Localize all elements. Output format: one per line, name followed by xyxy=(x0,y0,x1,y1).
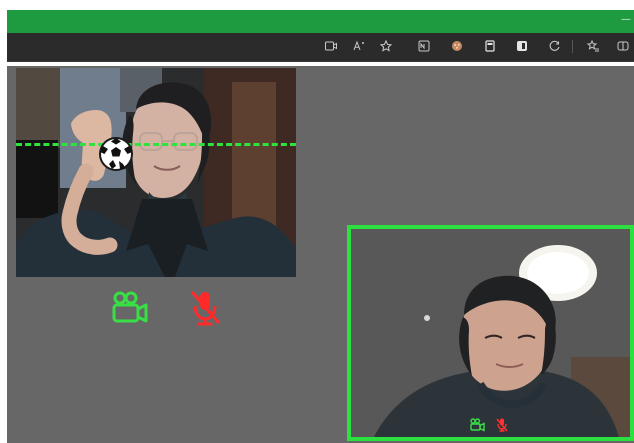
remote-microphone-muted-icon xyxy=(493,417,511,433)
camera-on-icon xyxy=(112,291,148,323)
remote-camera-on-icon xyxy=(469,417,487,433)
window-title-bar: — xyxy=(7,10,634,33)
soccer-ball-icon xyxy=(98,136,134,172)
toolbar-separator xyxy=(572,40,573,53)
extension-cookie-icon[interactable] xyxy=(450,39,464,53)
read-aloud-icon[interactable] xyxy=(352,39,366,53)
camera-toggle-button[interactable] xyxy=(110,289,154,327)
split-screen-icon[interactable] xyxy=(616,39,630,53)
favorite-add-icon[interactable] xyxy=(379,39,393,53)
remote-status-icons xyxy=(469,417,513,433)
sidebar-icon[interactable] xyxy=(515,39,529,53)
browser-toolbar xyxy=(7,33,634,62)
camera-icon[interactable] xyxy=(324,39,338,53)
local-video-feed xyxy=(16,68,296,277)
reader-view-icon[interactable] xyxy=(417,39,431,53)
favorites-icon[interactable] xyxy=(586,39,600,53)
microphone-toggle-button[interactable] xyxy=(184,289,228,327)
video-call-area xyxy=(7,66,634,443)
bookmark-icon[interactable] xyxy=(483,39,497,53)
remote-video-feed xyxy=(347,225,634,441)
browser-window: — xyxy=(0,0,634,443)
microphone-muted-icon xyxy=(191,291,220,326)
minimize-icon[interactable]: — xyxy=(621,14,631,25)
refresh-icon[interactable] xyxy=(548,39,562,53)
tracking-line xyxy=(16,143,296,146)
